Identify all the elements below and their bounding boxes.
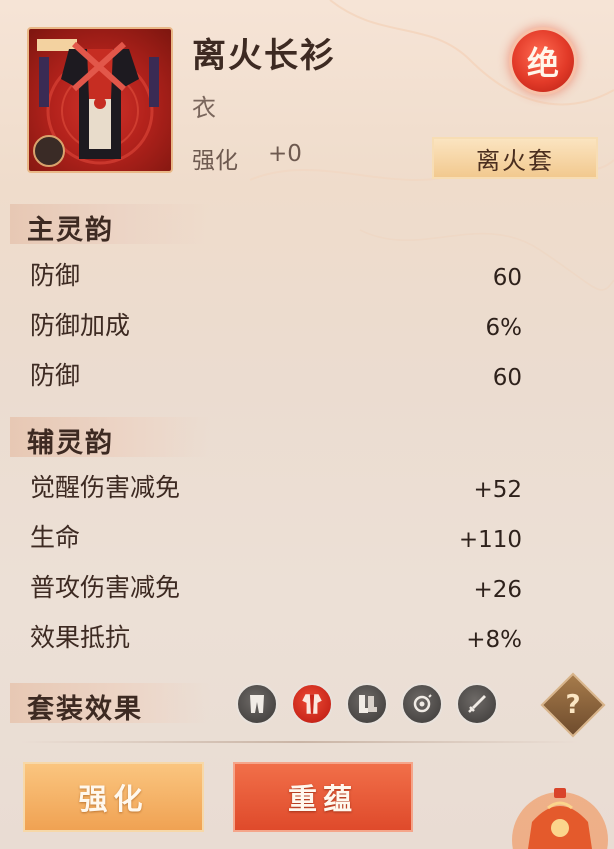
rarity-badge: 绝 [512, 30, 574, 92]
enhance-label: 强化 [192, 148, 238, 174]
set-name-button[interactable]: 离火套 [432, 137, 598, 179]
sub-stat-label: 普攻伤害减免 [30, 573, 181, 602]
sub-stat-value: +26 [473, 577, 522, 603]
sub-stat-label: 效果抵抗 [30, 623, 131, 652]
sub-stat-label: 生命 [30, 523, 81, 552]
item-portrait [27, 27, 173, 173]
main-stat-value: 60 [492, 365, 522, 391]
sub-stat-value: +8% [466, 627, 522, 653]
enhance-value: +0 [268, 141, 302, 167]
pants-icon[interactable] [236, 683, 278, 725]
pendant-icon[interactable] [401, 683, 443, 725]
set-effect-header: 套装效果 [10, 683, 210, 725]
boots-icon[interactable] [346, 683, 388, 725]
divider [20, 735, 580, 749]
main-stat-value: 60 [492, 265, 522, 291]
reroll-button[interactable]: 重蕴 [233, 762, 413, 832]
help-button[interactable]: ? [540, 672, 606, 738]
sub-stats-heading: 辅灵韵 [27, 428, 114, 459]
robe-icon[interactable] [291, 683, 333, 725]
question-icon: ? [565, 690, 581, 720]
sword-icon[interactable] [456, 683, 498, 725]
main-stat-label: 防御 [30, 261, 81, 290]
set-effect-heading: 套装效果 [27, 694, 143, 725]
item-name: 离火长衫 [192, 36, 336, 76]
enhance-button[interactable]: 强化 [23, 762, 204, 832]
sub-stat-label: 觉醒伤害减免 [30, 473, 181, 502]
main-stat-value: 6% [485, 315, 523, 341]
lantern-decoration-icon [512, 788, 608, 849]
main-stat-label: 防御加成 [30, 311, 131, 340]
set-badge-icon [33, 135, 65, 167]
main-stats-heading: 主灵韵 [27, 215, 114, 246]
sub-stat-value: +110 [458, 527, 522, 553]
main-stats-header: 主灵韵 [10, 204, 210, 246]
item-type: 衣 [192, 94, 216, 122]
sub-stats-header: 辅灵韵 [10, 417, 210, 459]
sub-stat-value: +52 [473, 477, 522, 503]
main-stat-label: 防御 [30, 361, 81, 390]
